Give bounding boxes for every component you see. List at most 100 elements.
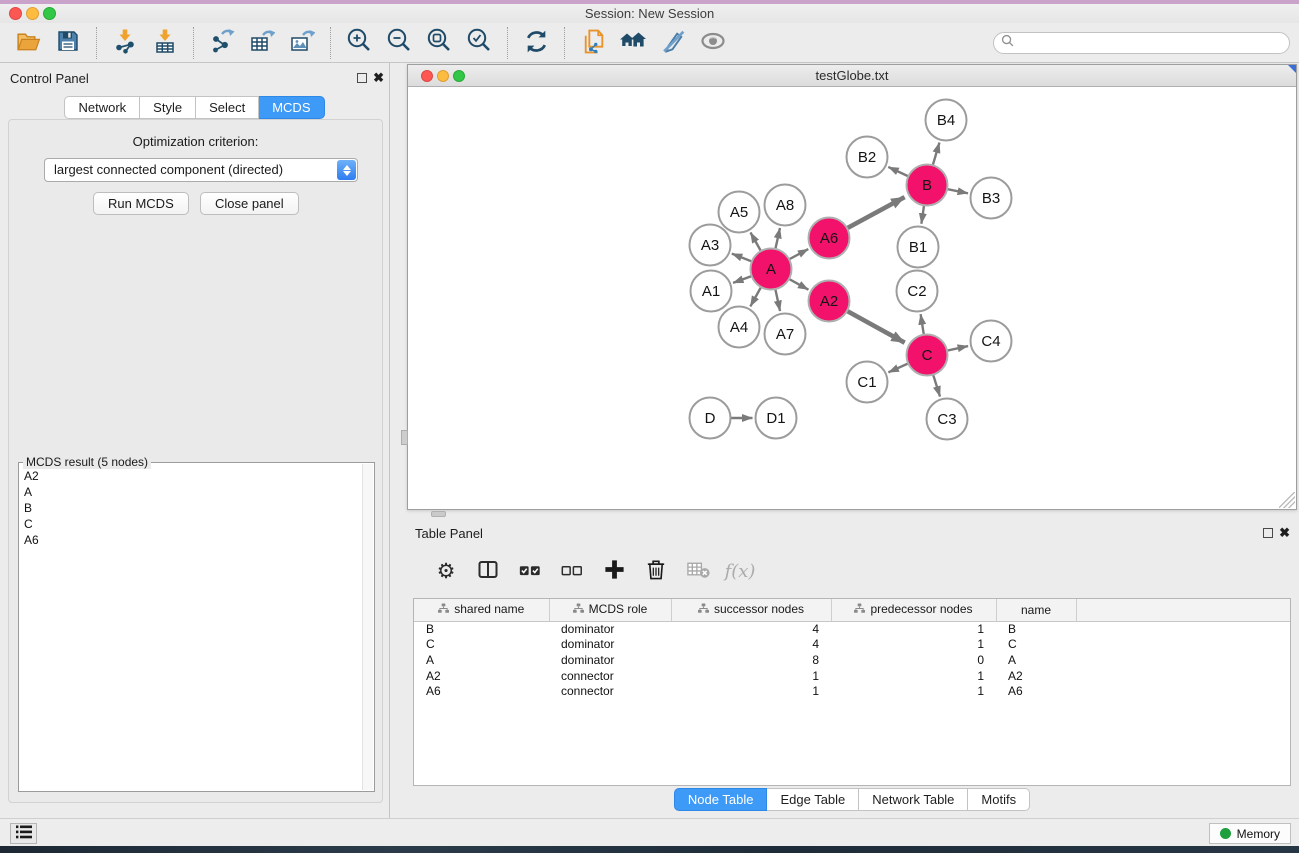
open-folder-icon	[15, 28, 42, 58]
show-columns-button[interactable]	[469, 553, 507, 589]
table-row[interactable]: Bdominator41B	[414, 621, 1290, 637]
table-settings-button[interactable]: ⚙	[427, 553, 465, 589]
mcds-result-item[interactable]: A2	[20, 468, 361, 484]
create-column-button[interactable]	[595, 553, 633, 589]
node-C[interactable]: C	[907, 335, 948, 376]
mcds-result-item[interactable]: C	[20, 516, 361, 532]
node-B4[interactable]: B4	[926, 100, 967, 141]
deselect-all-button[interactable]	[553, 553, 591, 589]
tab-select[interactable]: Select	[196, 96, 259, 119]
resize-grip[interactable]	[1279, 492, 1295, 508]
search-field[interactable]	[993, 32, 1290, 54]
node-C2[interactable]: C2	[897, 271, 938, 312]
network-canvas[interactable]: B4 B2 B B3 A8A5 A6 A3 B1 A A1 C2 A2 A4A7 C4 C C1 C3 D D1	[408, 87, 1296, 509]
mcds-result-scrollbar[interactable]	[362, 464, 373, 790]
zoom-window-button[interactable]	[43, 7, 56, 20]
export-image-button[interactable]	[282, 26, 322, 60]
refresh-button[interactable]	[516, 26, 556, 60]
mcds-result-list[interactable]: A2ABCA6	[20, 468, 361, 790]
open-session-button[interactable]	[8, 26, 48, 60]
zoom-selected-button[interactable]	[459, 26, 499, 60]
show-hide-button[interactable]	[693, 26, 733, 60]
column-header-predecessor-nodes[interactable]: predecessor nodes	[831, 599, 996, 621]
column-header-successor-nodes[interactable]: successor nodes	[671, 599, 831, 621]
minimize-window-button[interactable]	[26, 7, 39, 20]
network-minimize-button[interactable]	[437, 70, 449, 82]
tab-edge-table[interactable]: Edge Table	[767, 788, 859, 811]
node-B[interactable]: B	[907, 165, 948, 206]
node-A5[interactable]: A5	[719, 192, 760, 233]
tab-style[interactable]: Style	[140, 96, 196, 119]
column-header-name[interactable]: name	[996, 599, 1076, 621]
search-input[interactable]	[1018, 36, 1268, 50]
node-C1[interactable]: C1	[847, 362, 888, 403]
column-header-MCDS-role[interactable]: MCDS role	[549, 599, 671, 621]
node-C3[interactable]: C3	[927, 399, 968, 440]
tab-network[interactable]: Network	[64, 96, 140, 119]
float-table-panel-icon[interactable]	[1263, 528, 1273, 538]
node-A3[interactable]: A3	[690, 225, 731, 266]
delete-column-button[interactable]	[637, 553, 675, 589]
mcds-result-item[interactable]: A	[20, 484, 361, 500]
network-close-button[interactable]	[421, 70, 433, 82]
float-panel-icon[interactable]	[357, 73, 367, 83]
run-mcds-button[interactable]: Run MCDS	[93, 192, 189, 215]
table-row[interactable]: Cdominator41C	[414, 637, 1290, 653]
zoom-in-button[interactable]	[339, 26, 379, 60]
tab-motifs[interactable]: Motifs	[968, 788, 1030, 811]
memory-button[interactable]: Memory	[1209, 823, 1291, 844]
node-B2[interactable]: B2	[847, 137, 888, 178]
close-panel-button[interactable]: Close panel	[200, 192, 299, 215]
mcds-result-box: MCDS result (5 nodes) A2ABCA6	[18, 462, 375, 792]
column-header-shared-name[interactable]: shared name	[414, 599, 549, 621]
import-network-button[interactable]	[105, 26, 145, 60]
tab-network-table[interactable]: Network Table	[859, 788, 968, 811]
task-history-button[interactable]	[10, 823, 37, 844]
export-network-button[interactable]	[202, 26, 242, 60]
select-all-button[interactable]	[511, 553, 549, 589]
mcds-result-item[interactable]: A6	[20, 532, 361, 548]
zoom-out-button[interactable]	[379, 26, 419, 60]
tab-node-table[interactable]: Node Table	[674, 788, 768, 811]
node-A8[interactable]: A8	[765, 185, 806, 226]
table-header-row[interactable]: shared nameMCDS rolesuccessor nodesprede…	[414, 599, 1290, 621]
criterion-dropdown[interactable]: largest connected component (directed)	[44, 158, 358, 182]
table-row[interactable]: Adominator80A	[414, 652, 1290, 668]
node-B3[interactable]: B3	[971, 178, 1012, 219]
maximize-corner-icon[interactable]	[1288, 65, 1296, 73]
node-D1[interactable]: D1	[756, 398, 797, 439]
export-table-button[interactable]	[242, 26, 282, 60]
close-panel-icon[interactable]: ✖	[373, 70, 384, 86]
close-table-panel-icon[interactable]: ✖	[1279, 525, 1290, 541]
table-row[interactable]: A6connector11A6	[414, 683, 1290, 699]
export-table-icon	[249, 28, 275, 57]
node-A1[interactable]: A1	[691, 271, 732, 312]
horizontal-splitter-grip[interactable]	[431, 511, 446, 517]
table-row[interactable]: A2connector11A2	[414, 668, 1290, 684]
zoom-fit-button[interactable]	[419, 26, 459, 60]
home-layout-button[interactable]	[613, 26, 653, 60]
node-A6[interactable]: A6	[809, 218, 850, 259]
node-B1[interactable]: B1	[898, 227, 939, 268]
node-C4[interactable]: C4	[971, 321, 1012, 362]
table-cell: A	[996, 652, 1076, 668]
toggle-style-button[interactable]	[653, 26, 693, 60]
network-from-selection-button[interactable]	[573, 26, 613, 60]
close-window-button[interactable]	[9, 7, 22, 20]
column-header-filler	[1076, 599, 1290, 621]
network-zoom-button[interactable]	[453, 70, 465, 82]
node-A4[interactable]: A4	[719, 307, 760, 348]
collapsed-tool-palette-grip[interactable]	[401, 430, 408, 445]
node-A[interactable]: A	[751, 249, 792, 290]
node-A2[interactable]: A2	[809, 281, 850, 322]
import-table-button[interactable]	[145, 26, 185, 60]
delete-table-button[interactable]	[679, 553, 717, 589]
node-D[interactable]: D	[690, 398, 731, 439]
tab-mcds[interactable]: MCDS	[259, 96, 324, 119]
function-builder-button[interactable]: f(x)	[721, 553, 759, 589]
node-A7[interactable]: A7	[765, 314, 806, 355]
optimization-criterion-label: Optimization criterion:	[9, 134, 382, 149]
save-session-button[interactable]	[48, 26, 88, 60]
mcds-result-item[interactable]: B	[20, 500, 361, 516]
network-window-titlebar[interactable]: testGlobe.txt	[408, 65, 1296, 87]
